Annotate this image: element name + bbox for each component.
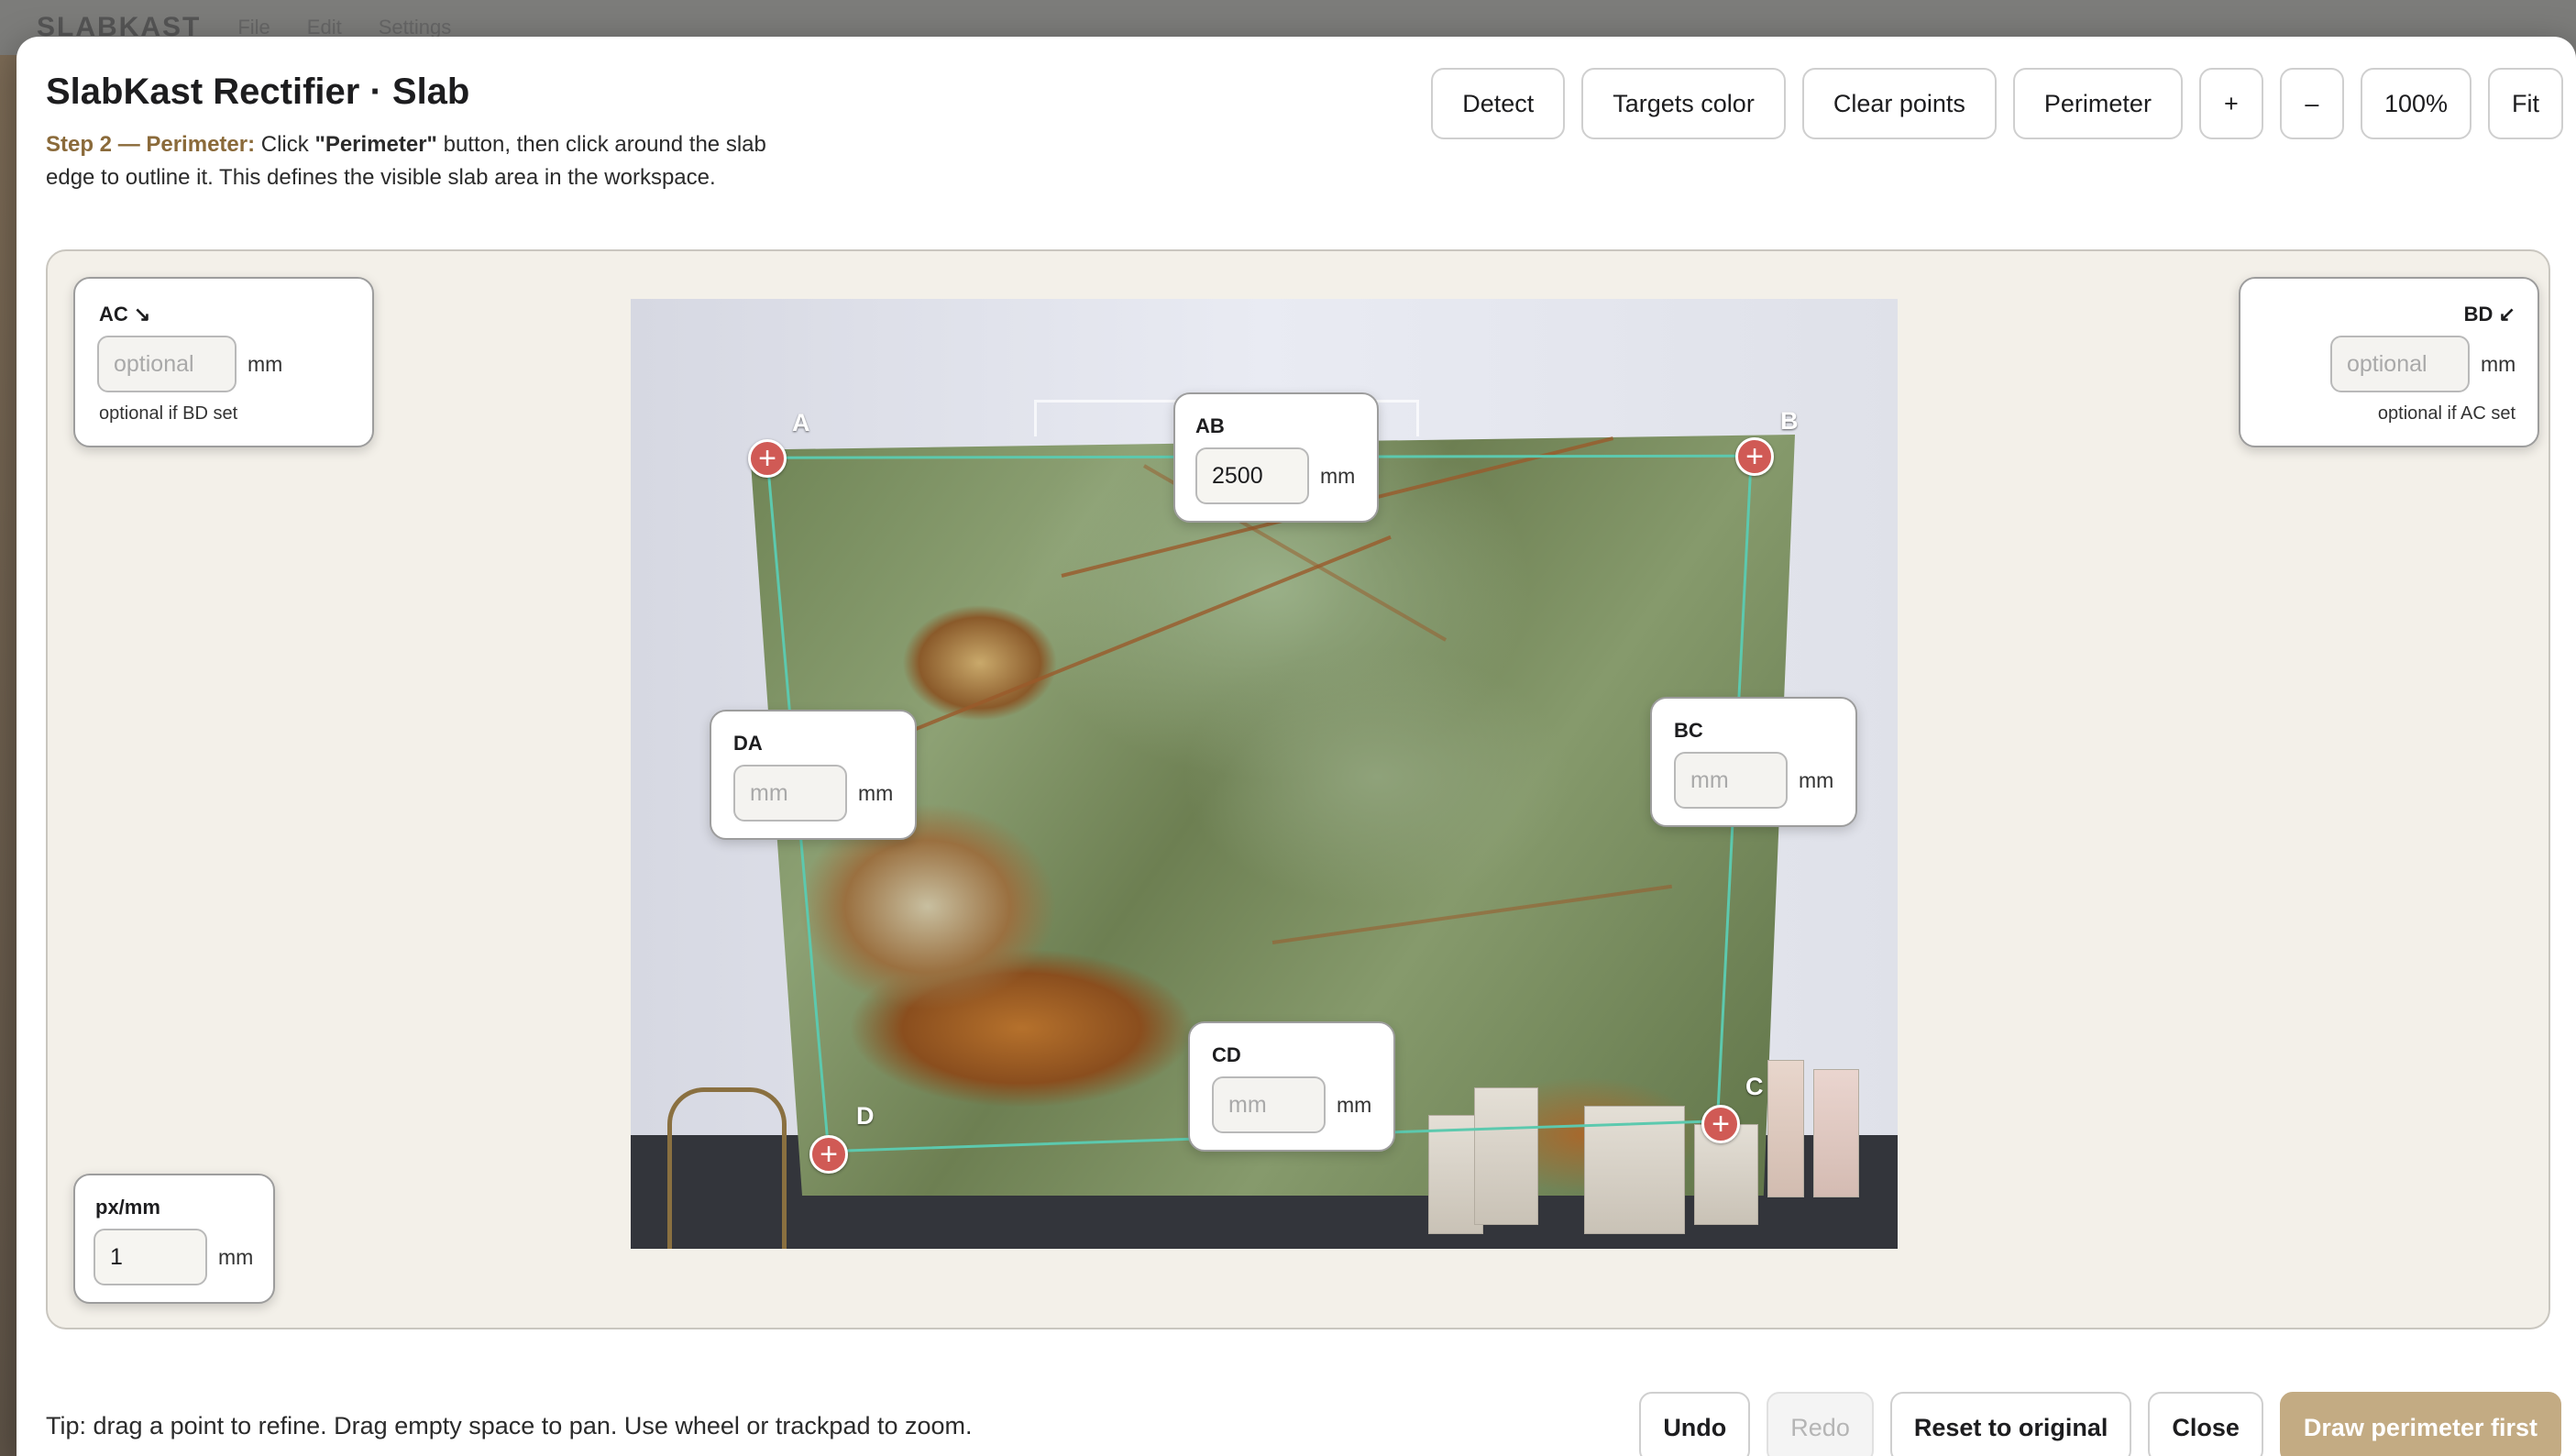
rectifier-dialog: SlabKast Rectifier · Slab Step 2 — Perim… [17, 37, 2576, 1456]
px-per-mm-card: px/mm mm [73, 1174, 275, 1304]
measure-bc-label: BC [1674, 719, 1703, 742]
step-label: Step 2 — Perimeter: [46, 132, 256, 157]
close-button[interactable]: Close [2148, 1392, 2263, 1456]
measure-ab-label: AB [1195, 414, 1225, 437]
corner-a-label: A [792, 409, 810, 436]
zoom-level-button[interactable]: 100% [2360, 68, 2471, 139]
corner-d-label: D [856, 1102, 875, 1130]
toolbar: Detect Targets color Clear points Perime… [1431, 68, 2563, 139]
measure-da-card: DA mm [710, 710, 917, 840]
measure-da-input[interactable] [733, 765, 847, 822]
footer-actions: Undo Redo Reset to original Close Draw p… [1639, 1392, 2561, 1456]
instruction-pre: Click [260, 132, 309, 157]
dialog-title: SlabKast Rectifier · Slab [46, 72, 470, 112]
perimeter-button[interactable]: Perimeter [2012, 68, 2183, 139]
measure-bc-unit: mm [1799, 768, 1834, 792]
corner-a-marker: + [758, 441, 776, 476]
measure-da-unit: mm [858, 781, 894, 805]
corner-a-handle[interactable]: + [748, 439, 787, 478]
measure-cd-label: CD [1212, 1043, 1241, 1066]
measure-cd-card: CD mm [1188, 1021, 1395, 1152]
measure-ac-unit: mm [248, 352, 283, 376]
measure-bd-unit: mm [2481, 352, 2516, 376]
measure-ab-unit: mm [1320, 464, 1356, 488]
measure-ab-input[interactable] [1195, 447, 1309, 504]
measure-ab-card: AB mm [1173, 392, 1379, 523]
measure-bd-input[interactable] [2330, 336, 2470, 392]
corner-b-label: B [1780, 407, 1799, 435]
corner-c-label: C [1745, 1073, 1764, 1100]
measure-ac-input[interactable] [97, 336, 237, 392]
px-per-mm-label: px/mm [95, 1196, 160, 1219]
measure-da-label: DA [733, 732, 763, 755]
zoom-in-button[interactable]: + [2198, 68, 2263, 139]
measure-bd-hint: optional if AC set [2377, 403, 2515, 424]
measure-cd-unit: mm [1337, 1093, 1372, 1117]
corner-c-marker: + [1712, 1107, 1730, 1142]
px-per-mm-unit: mm [218, 1245, 254, 1269]
background-left-strip [0, 55, 18, 1456]
detect-button[interactable]: Detect [1431, 68, 1566, 139]
step-instruction: Step 2 — Perimeter: Click "Perimeter" bu… [46, 128, 798, 194]
measure-bd-card: BD ↙ mm optional if AC set [2239, 277, 2539, 447]
px-per-mm-input[interactable] [94, 1229, 207, 1285]
corner-d-handle[interactable]: + [809, 1135, 848, 1174]
undo-button[interactable]: Undo [1639, 1392, 1751, 1456]
measure-cd-input[interactable] [1212, 1076, 1326, 1133]
measure-ac-hint: optional if BD set [99, 403, 238, 424]
measure-ac-label: AC ↘ [99, 303, 151, 325]
fit-button[interactable]: Fit [2488, 68, 2563, 139]
corner-b-marker: + [1745, 439, 1764, 474]
measure-bc-input[interactable] [1674, 752, 1788, 809]
zoom-out-button[interactable]: – [2279, 68, 2344, 139]
clear-points-button[interactable]: Clear points [1801, 68, 1997, 139]
measure-bd-label: BD ↙ [2463, 303, 2515, 325]
corner-b-handle[interactable]: + [1735, 437, 1774, 476]
measure-ac-card: AC ↘ mm optional if BD set [73, 277, 374, 447]
tip-text: Tip: drag a point to refine. Drag empty … [46, 1412, 973, 1439]
targets-color-button[interactable]: Targets color [1581, 68, 1786, 139]
measure-bc-card: BC mm [1650, 697, 1857, 827]
corner-c-handle[interactable]: + [1701, 1105, 1740, 1143]
redo-button[interactable]: Redo [1767, 1392, 1874, 1456]
corner-d-marker: + [820, 1137, 838, 1172]
instruction-bold: "Perimeter" [314, 132, 437, 157]
draw-perimeter-first-button[interactable]: Draw perimeter first [2279, 1392, 2561, 1456]
workspace-canvas[interactable]: + A + B + C + D AC ↘ mm optional if BD s… [46, 249, 2550, 1329]
reset-to-original-button[interactable]: Reset to original [1889, 1392, 2132, 1456]
